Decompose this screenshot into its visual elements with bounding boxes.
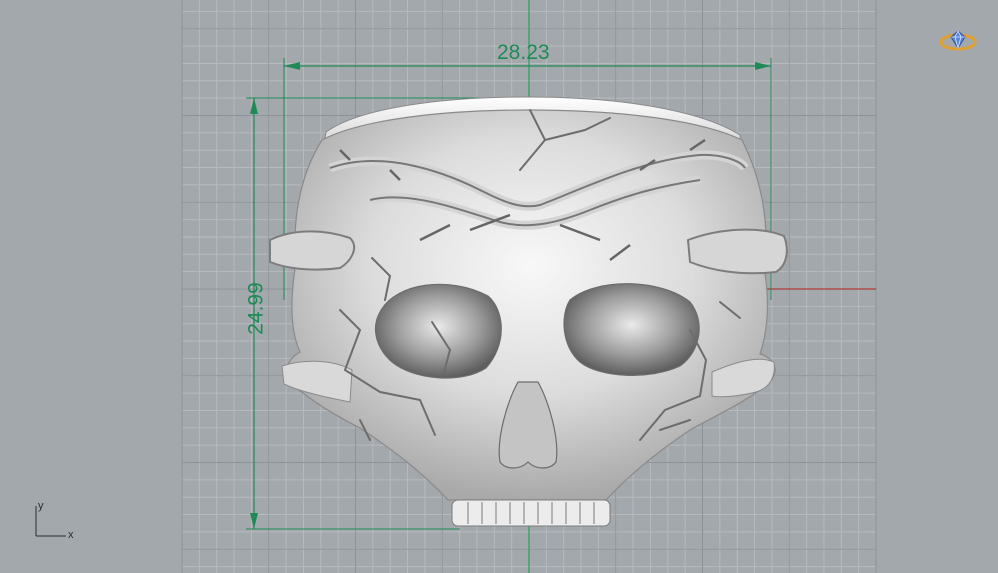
teeth — [451, 499, 611, 527]
viewport[interactable]: 28.23 24.99 y x — [0, 0, 998, 573]
axis-y-label: y — [38, 500, 44, 512]
axis-x-label: x — [68, 529, 74, 541]
dimension-height-label: 24.99 — [244, 282, 268, 335]
gem-ring-icon[interactable] — [938, 28, 978, 54]
skull-ring-model[interactable] — [0, 0, 998, 573]
right-eye-socket — [563, 283, 700, 376]
dimension-width-label: 28.23 — [497, 41, 550, 64]
